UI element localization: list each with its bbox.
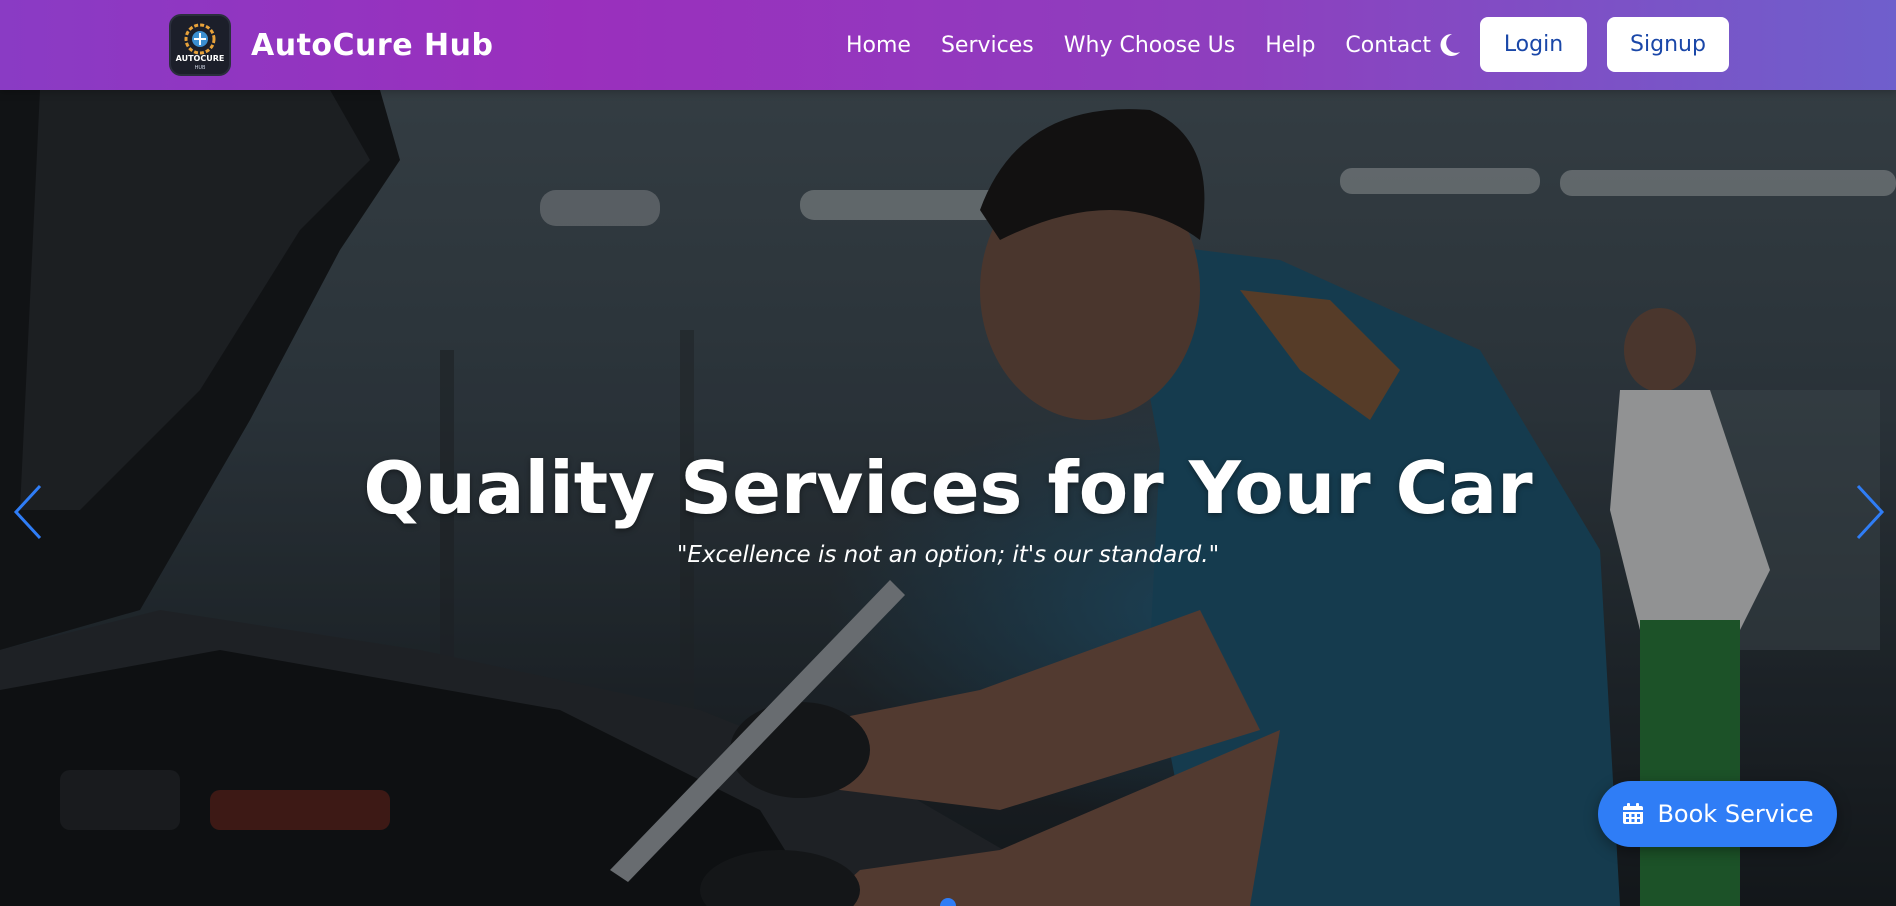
moon-icon[interactable] <box>1436 30 1464 60</box>
nav-link-help[interactable]: Help <box>1265 33 1315 58</box>
hero-quote: "Excellence is not an option; it's our s… <box>676 542 1220 568</box>
nav-link-why-choose-us[interactable]: Why Choose Us <box>1064 33 1236 58</box>
signup-button[interactable]: Signup <box>1607 17 1729 72</box>
nav-link-home[interactable]: Home <box>846 33 911 58</box>
book-service-button[interactable]: Book Service <box>1598 781 1837 847</box>
logo-text: AUTOCURE <box>176 54 225 63</box>
chevron-left-icon[interactable] <box>10 482 46 542</box>
brand-logo[interactable]: AUTOCURE HUB <box>169 14 231 76</box>
calendar-icon <box>1623 803 1644 824</box>
chevron-right-icon[interactable] <box>1852 482 1888 542</box>
nav-links: Home Services Why Choose Us Help Contact <box>846 0 1461 90</box>
brand-name[interactable]: AutoCure Hub <box>251 28 493 63</box>
book-service-label: Book Service <box>1657 800 1814 828</box>
top-navbar: AUTOCURE HUB AutoCure Hub Home Services … <box>0 0 1896 90</box>
logo-subtext: HUB <box>195 65 206 71</box>
nav-link-services[interactable]: Services <box>941 33 1034 58</box>
login-button[interactable]: Login <box>1480 17 1587 72</box>
nav-link-contact[interactable]: Contact <box>1345 33 1431 58</box>
hero-carousel: Quality Services for Your Car "Excellenc… <box>0 90 1896 906</box>
brand[interactable]: AUTOCURE HUB AutoCure Hub <box>169 13 493 77</box>
hero-title: Quality Services for Your Car <box>363 446 1533 530</box>
